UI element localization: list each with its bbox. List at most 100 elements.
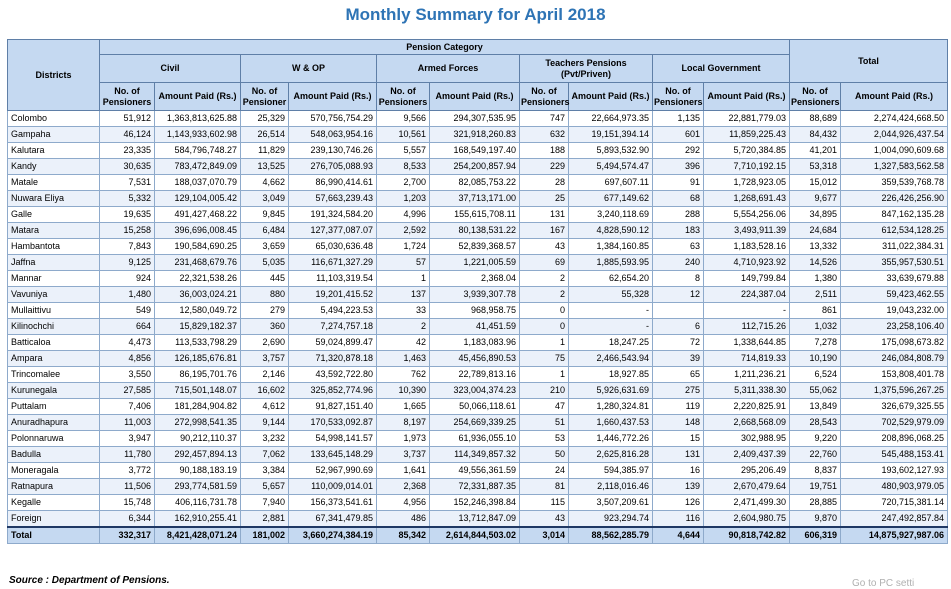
district-cell: Ratnapura: [7, 478, 100, 495]
armed-pensioners-header: No. of Pensioners: [376, 82, 430, 111]
teachers-amount-cell: 1,885,593.95: [568, 254, 653, 271]
wop-amount-cell: 86,990,414.61: [288, 174, 377, 191]
civil-pensioners-cell: 5,332: [99, 190, 155, 207]
total-pensioners-cell: 24,684: [789, 222, 841, 239]
local-amount-cell: 4,710,923.92: [703, 254, 790, 271]
wop-pensioners-cell: 13,525: [240, 158, 289, 175]
local-amount-cell: 22,881,779.03: [703, 110, 790, 127]
armed-amount-header: Amount Paid (Rs.): [429, 82, 520, 111]
civil-amount-cell: 190,584,690.25: [154, 238, 241, 255]
armed-pensioners-cell: 9,566: [376, 110, 430, 127]
teachers-pensioners-cell: 229: [519, 158, 569, 175]
teachers-amount-cell: 923,294.74: [568, 510, 653, 528]
teachers-amount-cell: 22,664,973.35: [568, 110, 653, 127]
table-row: Gampaha 46,124 1,143,933,602.98 26,514 548,0…: [7, 126, 948, 143]
civil-pensioners-cell: 9,125: [99, 254, 155, 271]
armed-amount-cell: 155,615,708.11: [429, 206, 520, 223]
civil-pensioners-cell: 664: [99, 318, 155, 335]
civil-pensioners-cell: 6,344: [99, 510, 155, 528]
armed-amount-cell: 72,331,887.35: [429, 478, 520, 495]
civil-amount-cell: 86,195,701.76: [154, 366, 241, 383]
civil-pensioners-cell: 11,780: [99, 446, 155, 463]
local-pensioners-cell: 396: [652, 158, 704, 175]
wop-amount-cell: 91,827,151.40: [288, 398, 377, 415]
total-header: Total: [789, 39, 948, 83]
teachers-pensioners-cell: 75: [519, 350, 569, 367]
teachers-amount-cell: 1,660,437.53: [568, 414, 653, 431]
teachers-pensioners-cell: 0: [519, 302, 569, 319]
table-row: Ratnapura 11,506 293,774,581.59 5,657 110,00…: [7, 478, 948, 495]
local-amount-cell: 2,668,568.09: [703, 414, 790, 431]
civil-amount-cell: 8,421,428,071.24: [154, 526, 241, 544]
armed-amount-cell: 37,713,171.00: [429, 190, 520, 207]
armed-amount-cell: 50,066,118.61: [429, 398, 520, 415]
wop-amount-cell: 43,592,722.80: [288, 366, 377, 383]
page-title: Monthly Summary for April 2018: [345, 5, 606, 24]
local-amount-cell: 1,211,236.21: [703, 366, 790, 383]
teachers-amount-cell: 2,118,016.46: [568, 478, 653, 495]
wop-pensioners-cell: 7,062: [240, 446, 289, 463]
wop-amount-cell: 19,201,415.52: [288, 286, 377, 303]
teachers-pensioners-cell: 51: [519, 414, 569, 431]
wop-pensioners-cell: 279: [240, 302, 289, 319]
civil-pensioners-cell: 4,473: [99, 334, 155, 351]
civil-amount-cell: 292,457,894.13: [154, 446, 241, 463]
total-amount-cell: 612,534,128.25: [840, 222, 948, 239]
wop-amount-cell: 548,063,954.16: [288, 126, 377, 143]
table-row: Mullaittivu 549 12,580,049.72 279 5,494,223.…: [7, 302, 948, 319]
table-row: Polonnaruwa 3,947 90,212,110.37 3,232 54,998…: [7, 430, 948, 447]
pension-summary-table: Districts Pension Category Total Civil W…: [7, 39, 948, 544]
table-row: Foreign 6,344 162,910,255.41 2,881 67,341,47…: [7, 510, 948, 528]
local-amount-cell: 5,311,338.30: [703, 382, 790, 399]
teachers-amount-cell: 5,494,574.47: [568, 158, 653, 175]
civil-amount-cell: 1,143,933,602.98: [154, 126, 241, 143]
district-cell: Nuwara Eliya: [7, 190, 100, 207]
total-amount-cell: 2,044,926,437.54: [840, 126, 948, 143]
civil-pensioners-cell: 1,480: [99, 286, 155, 303]
wop-pensioners-cell: 6,484: [240, 222, 289, 239]
armed-pensioners-cell: 1,641: [376, 462, 430, 479]
total-pensioners-cell: 9,677: [789, 190, 841, 207]
civil-pensioners-cell: 924: [99, 270, 155, 287]
wop-pensioners-cell: 3,232: [240, 430, 289, 447]
local-pensioners-cell: 126: [652, 494, 704, 511]
local-amount-cell: 90,818,742.82: [703, 526, 790, 544]
armed-amount-cell: 82,085,753.22: [429, 174, 520, 191]
wop-pensioners-cell: 445: [240, 270, 289, 287]
district-cell: Matara: [7, 222, 100, 239]
armed-amount-cell: 152,246,398.84: [429, 494, 520, 511]
table-row: Anuradhapura 11,003 272,998,541.35 9,144 170…: [7, 414, 948, 431]
armed-amount-cell: 323,004,374.23: [429, 382, 520, 399]
wop-pensioners-cell: 2,146: [240, 366, 289, 383]
teachers-amount-cell: 5,893,532.90: [568, 142, 653, 159]
total-pensioners-cell: 13,849: [789, 398, 841, 415]
teachers-amount-cell: 18,247.25: [568, 334, 653, 351]
wop-pensioners-header: No. of Pensioner: [240, 82, 289, 111]
table-row: Ampara 4,856 126,185,676.81 3,757 71,320,878…: [7, 350, 948, 367]
wop-pensioners-cell: 26,514: [240, 126, 289, 143]
local-amount-cell: 1,268,691.43: [703, 190, 790, 207]
armed-amount-cell: 254,200,857.94: [429, 158, 520, 175]
total-amount-cell: 311,022,384.31: [840, 238, 948, 255]
wop-pensioners-cell: 5,035: [240, 254, 289, 271]
civil-amount-cell: 15,829,182.37: [154, 318, 241, 335]
teachers-amount-cell: 594,385.97: [568, 462, 653, 479]
district-cell: Colombo: [7, 110, 100, 127]
teachers-amount-cell: 3,240,118.69: [568, 206, 653, 223]
armed-pensioners-cell: 762: [376, 366, 430, 383]
local-pensioners-cell: 183: [652, 222, 704, 239]
civil-amount-cell: 126,185,676.81: [154, 350, 241, 367]
local-pensioners-cell: 275: [652, 382, 704, 399]
civil-pensioners-cell: 4,856: [99, 350, 155, 367]
local-pensioners-cell: 72: [652, 334, 704, 351]
local-amount-cell: 302,988.95: [703, 430, 790, 447]
armed-pensioners-cell: 10,561: [376, 126, 430, 143]
civil-amount-cell: 129,104,005.42: [154, 190, 241, 207]
armed-pensioners-cell: 10,390: [376, 382, 430, 399]
civil-amount-cell: 491,427,468.22: [154, 206, 241, 223]
pension-category-header: Pension Category: [99, 39, 790, 55]
armed-pensioners-cell: 1,203: [376, 190, 430, 207]
teachers-amount-cell: 18,927.85: [568, 366, 653, 383]
teachers-pensioners-cell: 632: [519, 126, 569, 143]
teachers-pensioners-cell: 1: [519, 366, 569, 383]
